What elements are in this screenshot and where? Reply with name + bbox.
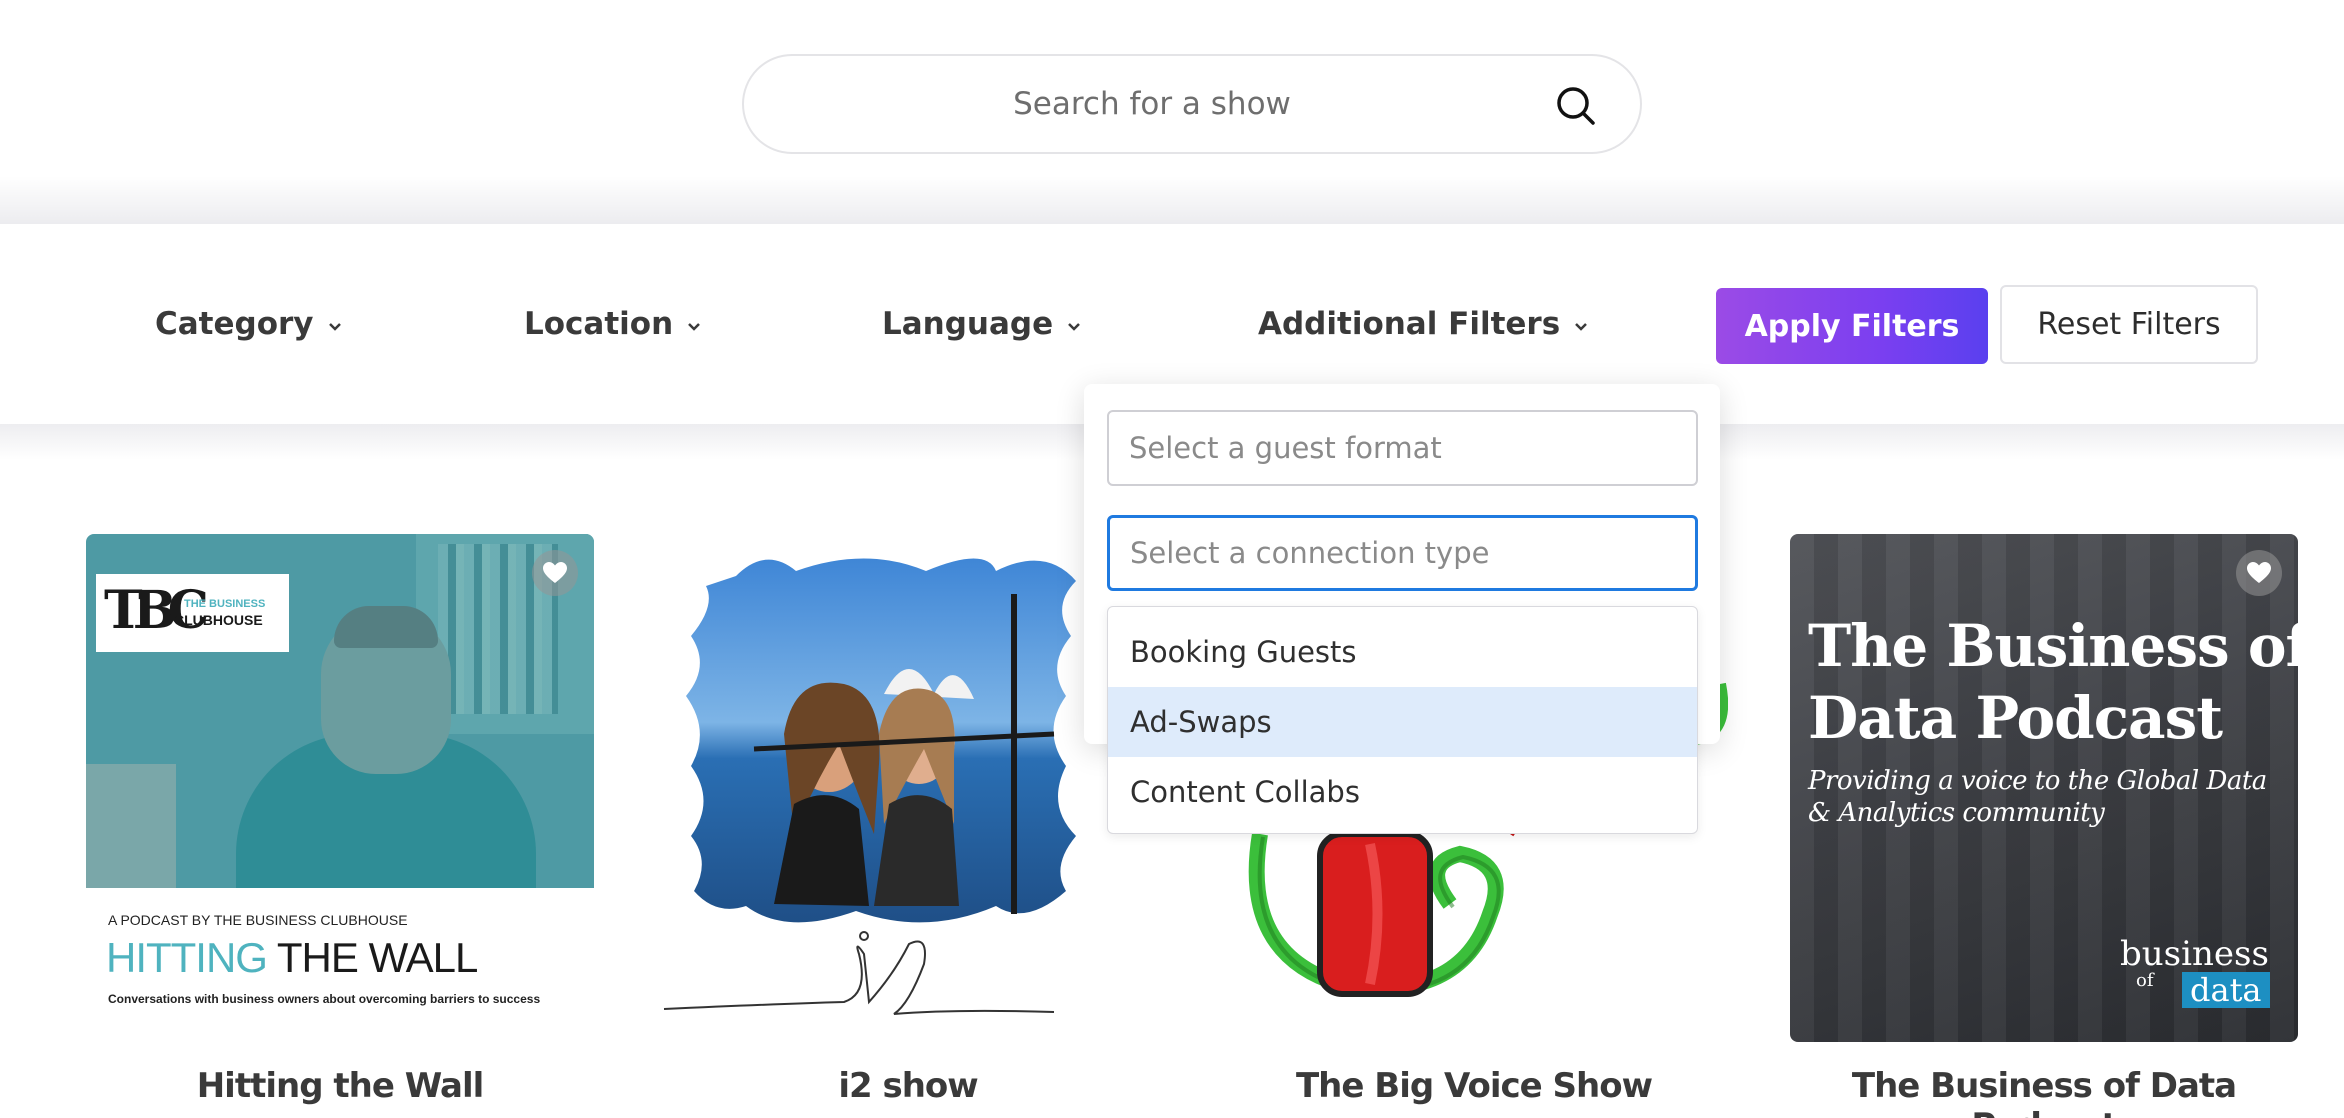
logo-line: CLUBHOUSE [174, 612, 263, 628]
business-of-data-logo: business of data [2120, 934, 2280, 1014]
show-title[interactable]: The Business of Data Podcast [1790, 1066, 2298, 1118]
chevron-down-icon [688, 323, 701, 331]
art-headline: Data Podcast [1808, 684, 2223, 752]
filter-tab-label: Additional Filters [1258, 306, 1561, 342]
show-title[interactable]: i2 show [654, 1066, 1162, 1106]
art-subtitle: & Analytics community [1808, 798, 2105, 828]
guest-format-select[interactable] [1107, 410, 1698, 486]
search-icon[interactable] [1554, 84, 1598, 128]
show-title[interactable]: Hitting the Wall [86, 1066, 594, 1106]
connection-type-options: Booking Guests Ad-Swaps Content Collabs [1107, 606, 1698, 834]
filter-tab-label: Category [155, 306, 314, 342]
art-headline: HITTING THE WALL [106, 934, 478, 982]
filter-tab-additional-filters[interactable]: Additional Filters [1258, 300, 1590, 348]
logo-word: business [2120, 934, 2269, 974]
search-input[interactable] [774, 56, 1530, 152]
art-byline: A PODCAST BY THE BUSINESS CLUBHOUSE [108, 912, 408, 928]
art-headline-accent: HITTING [106, 934, 268, 981]
option-booking-guests[interactable]: Booking Guests [1108, 617, 1697, 687]
show-title[interactable]: The Big Voice Show [1220, 1066, 1728, 1106]
heart-icon [2247, 562, 2271, 583]
art-subtitle: Providing a voice to the Global Data [1808, 766, 2267, 796]
filter-tab-location[interactable]: Location [524, 300, 703, 348]
chevron-down-icon [1575, 323, 1588, 331]
option-ad-swaps[interactable]: Ad-Swaps [1108, 687, 1697, 757]
option-content-collabs[interactable]: Content Collabs [1108, 757, 1697, 827]
business-clubhouse-logo: TBC THE BUSINESS CLUBHOUSE [96, 574, 289, 652]
filter-tab-label: Location [524, 306, 674, 342]
filter-tab-language[interactable]: Language [882, 300, 1083, 348]
search-bar [742, 54, 1642, 154]
apply-filters-button[interactable]: Apply Filters [1716, 288, 1988, 364]
logo-line: THE BUSINESS [184, 598, 266, 610]
art-headline: The Business of [1808, 612, 2298, 680]
heart-icon [543, 562, 567, 583]
logo-word: of [2136, 970, 2154, 991]
logo-initials: TBC [104, 580, 209, 641]
connection-type-select[interactable] [1107, 515, 1698, 591]
show-artwork[interactable]: TBC THE BUSINESS CLUBHOUSE A PODCAST BY … [86, 534, 594, 1042]
logo-word: data [2182, 972, 2270, 1008]
art-tagline: Conversations with business owners about… [108, 992, 541, 1006]
chevron-down-icon [1068, 323, 1081, 331]
filter-tab-category[interactable]: Category [155, 300, 344, 348]
favorite-button[interactable] [2236, 550, 2282, 596]
chevron-down-icon [328, 323, 341, 331]
favorite-button[interactable] [532, 550, 578, 596]
art-headline-rest: THE WALL [276, 934, 478, 981]
reset-filters-button[interactable]: Reset Filters [2000, 285, 2258, 364]
filter-bar-shadow [0, 176, 2344, 224]
show-artwork[interactable]: The Business of Data Podcast Providing a… [1790, 534, 2298, 1042]
filter-tab-label: Language [882, 306, 1054, 342]
